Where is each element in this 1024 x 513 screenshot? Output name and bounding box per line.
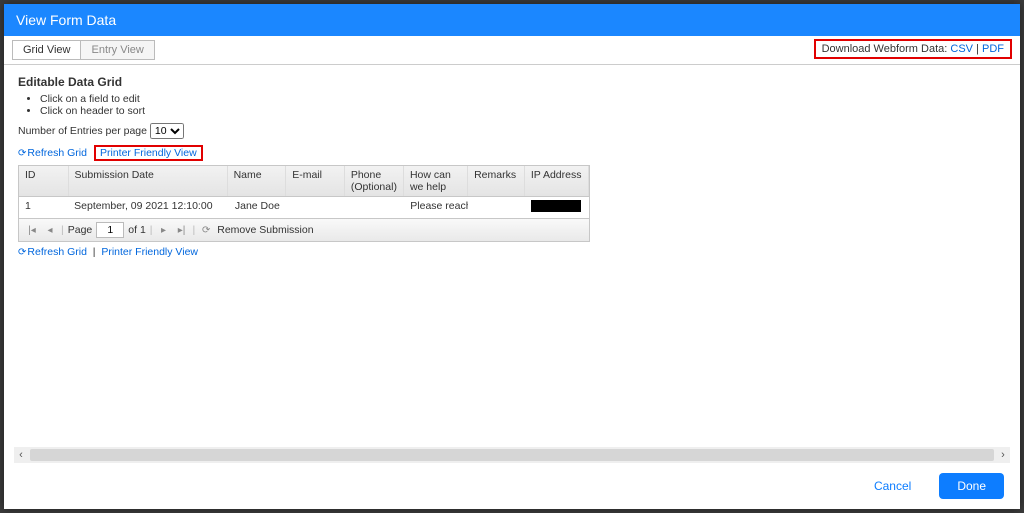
remove-submission-link[interactable]: Remove Submission xyxy=(217,224,313,236)
table-row[interactable]: 1 September, 09 2021 12:10:00 Jane Doe P… xyxy=(19,197,589,218)
action-row-top: ⟳Refresh Grid Printer Friendly View xyxy=(18,145,1006,161)
scroll-track[interactable] xyxy=(30,449,994,461)
entries-label: Number of Entries per page xyxy=(18,125,147,137)
grid-title: Editable Data Grid xyxy=(18,75,1006,89)
refresh-grid-link-2[interactable]: Refresh Grid xyxy=(27,246,87,258)
pager-sep: | xyxy=(150,224,153,236)
pager-of-label: of 1 xyxy=(128,224,146,236)
cell-ip[interactable] xyxy=(525,197,589,218)
modal-header: View Form Data xyxy=(4,4,1020,36)
col-remarks[interactable]: Remarks xyxy=(468,166,525,196)
printer-friendly-highlight: Printer Friendly View xyxy=(94,145,203,161)
pager-sep: | xyxy=(193,224,196,236)
cell-remarks[interactable] xyxy=(468,197,525,218)
cell-phone[interactable] xyxy=(346,197,404,218)
hint-item: Click on a field to edit xyxy=(40,93,1006,105)
refresh-grid-link[interactable]: Refresh Grid xyxy=(27,147,87,159)
pager-refresh-icon[interactable]: ⟳ xyxy=(199,223,213,237)
cell-name[interactable]: Jane Doe xyxy=(229,197,287,218)
modal-footer: Cancel Done xyxy=(4,463,1020,509)
download-csv-link[interactable]: CSV xyxy=(950,43,973,55)
grid-header-row[interactable]: ID Submission Date Name E-mail Phone (Op… xyxy=(19,166,589,197)
redacted-ip xyxy=(531,200,581,212)
pager: |◂ ◂ | Page of 1 | ▸ ▸| | ⟳ Remove Submi… xyxy=(19,218,589,241)
printer-friendly-link[interactable]: Printer Friendly View xyxy=(100,147,197,159)
cell-id[interactable]: 1 xyxy=(19,197,68,218)
download-pdf-link[interactable]: PDF xyxy=(982,43,1004,55)
pager-sep: | xyxy=(61,224,64,236)
col-name[interactable]: Name xyxy=(228,166,287,196)
col-phone[interactable]: Phone (Optional) xyxy=(345,166,404,196)
pager-last-icon[interactable]: ▸| xyxy=(175,223,189,237)
cell-help[interactable]: Please reach ... xyxy=(404,197,468,218)
col-how-can-we-help[interactable]: How can we help xyxy=(404,166,468,196)
toolbar: Grid View Entry View Download Webform Da… xyxy=(4,36,1020,65)
refresh-icon: ⟳ xyxy=(18,148,26,159)
download-sep: | xyxy=(973,43,982,55)
pager-first-icon[interactable]: |◂ xyxy=(25,223,39,237)
scroll-right-icon[interactable]: › xyxy=(996,449,1010,461)
col-id[interactable]: ID xyxy=(19,166,69,196)
modal-title: View Form Data xyxy=(16,12,116,28)
modal-body: Editable Data Grid Click on a field to e… xyxy=(4,65,1020,509)
data-grid: ID Submission Date Name E-mail Phone (Op… xyxy=(18,165,590,242)
col-ip-address[interactable]: IP Address xyxy=(525,166,589,196)
entries-select[interactable]: 10 xyxy=(150,123,184,139)
horizontal-scrollbar[interactable]: ‹ › xyxy=(14,447,1010,463)
cancel-button[interactable]: Cancel xyxy=(856,473,929,499)
printer-friendly-link-2[interactable]: Printer Friendly View xyxy=(101,246,198,258)
pager-next-icon[interactable]: ▸ xyxy=(157,223,171,237)
entries-per-page: Number of Entries per page 10 xyxy=(18,123,1006,139)
cell-date[interactable]: September, 09 2021 12:10:00 xyxy=(68,197,229,218)
download-label: Download Webform Data: xyxy=(822,43,948,55)
view-form-data-modal: View Form Data Grid View Entry View Down… xyxy=(4,4,1020,509)
tabs: Grid View Entry View xyxy=(12,40,154,60)
col-email[interactable]: E-mail xyxy=(286,166,345,196)
tab-grid-view[interactable]: Grid View xyxy=(12,40,81,60)
pager-page-label: Page xyxy=(68,224,93,236)
pager-prev-icon[interactable]: ◂ xyxy=(43,223,57,237)
done-button[interactable]: Done xyxy=(939,473,1004,499)
pager-page-input[interactable] xyxy=(96,222,124,238)
download-webform-data: Download Webform Data: CSV | PDF xyxy=(814,39,1012,59)
col-submission-date[interactable]: Submission Date xyxy=(69,166,228,196)
action-row-bottom: ⟳Refresh Grid | Printer Friendly View xyxy=(18,246,1006,258)
hint-item: Click on header to sort xyxy=(40,105,1006,117)
cell-email[interactable] xyxy=(287,197,345,218)
scroll-left-icon[interactable]: ‹ xyxy=(14,449,28,461)
tab-entry-view[interactable]: Entry View xyxy=(80,40,154,60)
refresh-icon: ⟳ xyxy=(18,247,26,258)
hints-list: Click on a field to edit Click on header… xyxy=(18,93,1006,117)
